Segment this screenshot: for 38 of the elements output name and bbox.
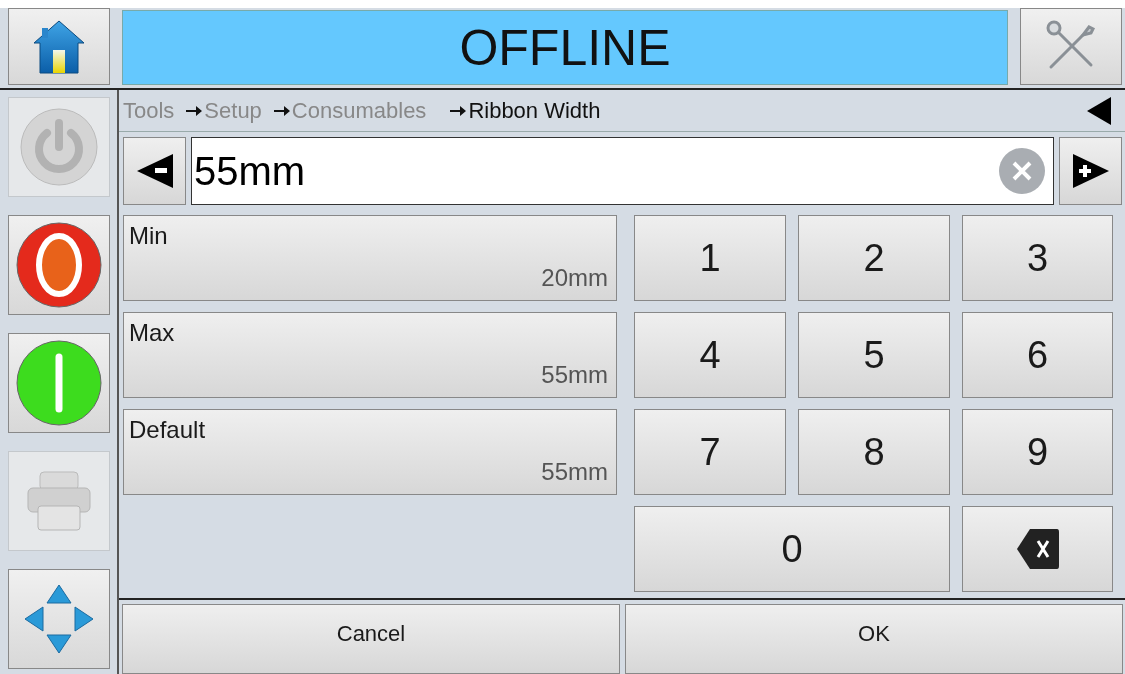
cancel-button[interactable]: Cancel bbox=[122, 604, 620, 674]
right-arrow-icon bbox=[273, 104, 290, 117]
digit-key[interactable]: 5 bbox=[798, 312, 950, 398]
value-field[interactable]: 55mm bbox=[191, 137, 1054, 205]
digit-key[interactable]: 9 bbox=[962, 409, 1113, 495]
digit-key[interactable]: 6 bbox=[962, 312, 1113, 398]
increment-button[interactable] bbox=[1059, 137, 1122, 205]
digit-key[interactable]: 3 bbox=[962, 215, 1113, 301]
backspace-key[interactable] bbox=[962, 506, 1113, 592]
backspace-icon bbox=[1015, 527, 1060, 571]
digit-key[interactable]: 1 bbox=[634, 215, 786, 301]
right-arrow-icon bbox=[186, 104, 203, 117]
digit-key[interactable]: 7 bbox=[634, 409, 786, 495]
ok-button[interactable]: OK bbox=[625, 604, 1123, 674]
tools-button[interactable] bbox=[1020, 8, 1122, 85]
direction-arrows-icon bbox=[23, 583, 95, 655]
preset-button[interactable]: Default 55mm bbox=[123, 409, 617, 495]
digit-key[interactable]: 2 bbox=[798, 215, 950, 301]
printer-icon bbox=[26, 468, 92, 534]
power-icon bbox=[19, 107, 99, 187]
stop-button[interactable] bbox=[8, 215, 110, 315]
start-icon bbox=[16, 340, 102, 426]
preset-button[interactable]: Min 20mm bbox=[123, 215, 617, 301]
preset-button[interactable]: Max 55mm bbox=[123, 312, 617, 398]
digit-key[interactable]: 8 bbox=[798, 409, 950, 495]
home-button[interactable] bbox=[8, 8, 110, 85]
right-arrow-icon bbox=[450, 104, 467, 117]
breadcrumb-item[interactable]: Ribbon Width bbox=[468, 97, 601, 124]
left-arrow-minus-icon bbox=[136, 154, 173, 188]
status-text: OFFLINE bbox=[459, 18, 671, 77]
back-arrow-icon[interactable] bbox=[1087, 96, 1111, 125]
stop-icon bbox=[16, 222, 102, 308]
start-button[interactable] bbox=[8, 333, 110, 433]
navigate-button[interactable] bbox=[8, 569, 110, 669]
decrement-button[interactable] bbox=[123, 137, 186, 205]
digit-key[interactable]: 0 bbox=[634, 506, 950, 592]
right-arrow-plus-icon bbox=[1072, 154, 1109, 188]
digit-key[interactable]: 4 bbox=[634, 312, 786, 398]
